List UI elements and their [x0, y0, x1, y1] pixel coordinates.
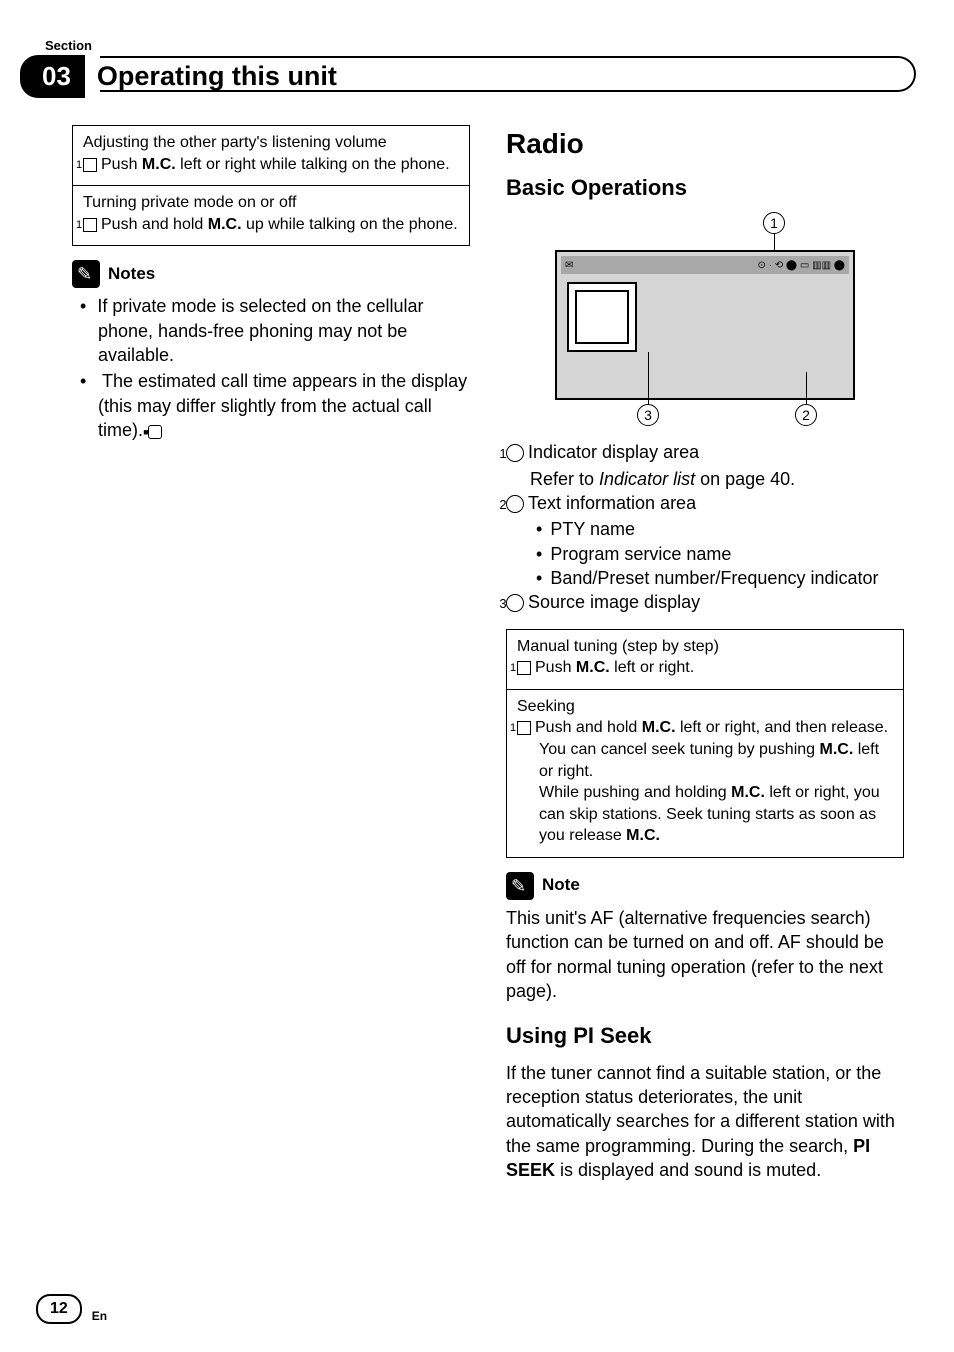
- source-image-area: [567, 282, 637, 352]
- t: While pushing and holding: [539, 784, 731, 801]
- pi-seek-paragraph: If the tuner cannot find a suitable stat…: [506, 1061, 904, 1182]
- notes-list: If private mode is selected on the cellu…: [72, 294, 470, 442]
- page-number: 12: [36, 1294, 82, 1324]
- mc-label: M.C.: [731, 784, 765, 801]
- circled-num: 2: [506, 495, 524, 513]
- op-step: 1 Push M.C. left or right.: [517, 657, 893, 679]
- op-title: Adjusting the other party's listening vo…: [83, 132, 459, 154]
- op-adjust-volume: Adjusting the other party's listening vo…: [73, 126, 469, 185]
- callout-line: [648, 352, 649, 404]
- circled-num: 3: [506, 594, 524, 612]
- note-title: Note: [542, 874, 580, 897]
- t: on page 40.: [695, 469, 795, 489]
- t: left or right while talking on the phone…: [176, 156, 450, 173]
- t: Push: [535, 659, 576, 676]
- circled-num: 1: [506, 444, 524, 462]
- callout-2: 2: [795, 404, 817, 426]
- t-italic: Indicator list: [599, 469, 695, 489]
- note-paragraph: This unit's AF (alternative frequencies …: [506, 906, 904, 1003]
- page-language: En: [92, 1308, 107, 1324]
- text-info-area: [647, 280, 845, 388]
- display-frame: ✉ ⊙ · ⟲ ⬤ ▭ ▥▥ ⬤: [555, 250, 855, 400]
- t: Push and hold: [101, 216, 208, 233]
- note-header: Note: [506, 872, 904, 900]
- legend-item-2: 2Text information area: [506, 491, 904, 515]
- op-private-mode: Turning private mode on or off 1 Push and…: [73, 185, 469, 245]
- heading-pi-seek: Using PI Seek: [506, 1021, 904, 1051]
- t: up while talking on the phone.: [242, 216, 458, 233]
- step-number-box: 1: [517, 721, 531, 735]
- page-footer: 12 En: [36, 1294, 107, 1324]
- notes-title: Notes: [108, 263, 155, 286]
- op-step: 1 Push and hold M.C. up while talking on …: [83, 214, 459, 236]
- bullet: PTY name: [536, 517, 904, 541]
- mc-label: M.C.: [642, 719, 676, 736]
- heading-basic-operations: Basic Operations: [506, 173, 904, 203]
- page-content: Adjusting the other party's listening vo…: [72, 125, 904, 1182]
- section-end-icon: ■: [148, 425, 162, 439]
- operation-box-radio: Manual tuning (step by step) 1 Push M.C. …: [506, 629, 904, 858]
- callout-line: [806, 372, 807, 404]
- t: is displayed and sound is muted.: [555, 1160, 821, 1180]
- op-title: Turning private mode on or off: [83, 192, 459, 214]
- right-column: Radio Basic Operations 1 ✉ ⊙ · ⟲ ⬤ ▭ ▥▥ …: [506, 125, 904, 1182]
- mc-label: M.C.: [208, 216, 242, 233]
- op-seeking: Seeking 1 Push and hold M.C. left or righ…: [507, 689, 903, 857]
- indicator-right-icons: ⊙ · ⟲ ⬤ ▭ ▥▥ ⬤: [758, 259, 846, 273]
- t: Push and hold: [535, 719, 642, 736]
- note-item: If private mode is selected on the cellu…: [72, 294, 470, 367]
- note-icon: [72, 260, 100, 288]
- chapter-header: 03 Operating this unit: [20, 55, 914, 98]
- legend-item-3: 3Source image display: [506, 590, 904, 614]
- note-item: The estimated call time appears in the d…: [72, 369, 470, 442]
- bullet: Band/Preset number/Frequency indicator: [536, 566, 904, 590]
- t: Source image display: [528, 592, 700, 612]
- op-step-cont: While pushing and holding M.C. left or r…: [517, 782, 893, 847]
- section-label: Section: [45, 37, 92, 55]
- t: left or right, and then release.: [676, 719, 889, 736]
- callout-3: 3: [637, 404, 659, 426]
- t: Refer to: [530, 469, 599, 489]
- legend-2-bullets: PTY name Program service name Band/Prese…: [506, 517, 904, 590]
- operation-box-left: Adjusting the other party's listening vo…: [72, 125, 470, 246]
- left-column: Adjusting the other party's listening vo…: [72, 125, 470, 1182]
- t: Text information area: [528, 493, 696, 513]
- bullet: Program service name: [536, 542, 904, 566]
- op-title: Manual tuning (step by step): [517, 636, 893, 658]
- legend-item-1: 1Indicator display area: [506, 440, 904, 464]
- t: You can cancel seek tuning by pushing: [539, 741, 820, 758]
- chapter-title: Operating this unit: [97, 58, 337, 94]
- heading-radio: Radio: [506, 125, 904, 163]
- mc-label: M.C.: [820, 741, 854, 758]
- op-step: 1 Push and hold M.C. left or right, and t…: [517, 717, 893, 739]
- step-number-box: 1: [83, 218, 97, 232]
- notes-header: Notes: [72, 260, 470, 288]
- op-title: Seeking: [517, 696, 893, 718]
- t: If the tuner cannot find a suitable stat…: [506, 1063, 895, 1156]
- callout-1: 1: [763, 212, 785, 234]
- t: left or right.: [610, 659, 694, 676]
- mc-label: M.C.: [142, 156, 176, 173]
- op-manual-tuning: Manual tuning (step by step) 1 Push M.C. …: [507, 630, 903, 689]
- t: Push: [101, 156, 142, 173]
- op-step-cont: You can cancel seek tuning by pushing M.…: [517, 739, 893, 782]
- op-step: 1 Push M.C. left or right while talking o…: [83, 154, 459, 176]
- display-diagram: 1 ✉ ⊙ · ⟲ ⬤ ▭ ▥▥ ⬤ 2 3: [535, 212, 875, 422]
- legend-sub: Refer to Indicator list on page 40.: [506, 467, 904, 491]
- mc-label: M.C.: [576, 659, 610, 676]
- step-number-box: 1: [83, 158, 97, 172]
- indicator-bar: ✉ ⊙ · ⟲ ⬤ ▭ ▥▥ ⬤: [561, 256, 849, 274]
- chapter-number-badge: 03: [20, 55, 85, 98]
- mc-label: M.C.: [626, 827, 660, 844]
- indicator-left-icons: ✉: [565, 259, 573, 273]
- t: Indicator display area: [528, 442, 699, 462]
- note-icon: [506, 872, 534, 900]
- step-number-box: 1: [517, 661, 531, 675]
